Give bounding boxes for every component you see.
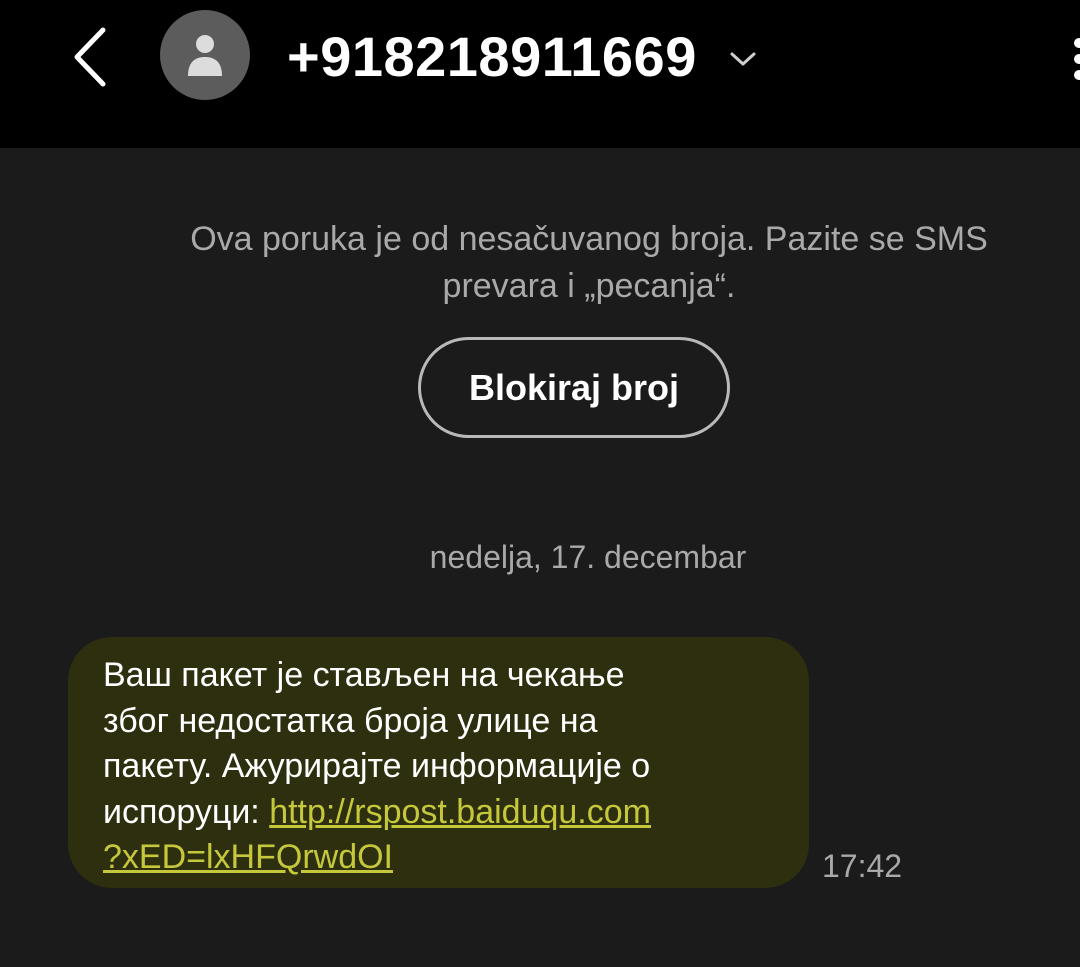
person-icon bbox=[188, 35, 222, 76]
contact-title[interactable]: +918218911669 bbox=[287, 20, 757, 92]
warning-text-line: prevara i „pecanja“. bbox=[442, 267, 736, 305]
more-options-button[interactable] bbox=[1066, 34, 1080, 84]
date-separator: nedelja, 17. decembar bbox=[429, 539, 747, 575]
unsaved-number-warning: Ova poruka je od nesačuvanog broja. Pazi… bbox=[130, 216, 1048, 310]
block-number-button[interactable]: Blokiraj broj bbox=[418, 337, 730, 438]
conversation-header: +918218911669 bbox=[0, 0, 1080, 148]
chevron-down-icon bbox=[729, 51, 757, 67]
message-text-line: због недостатка броја улице на bbox=[103, 701, 598, 740]
more-vertical-icon bbox=[1074, 54, 1080, 64]
warning-text-line: Ova poruka je od nesačuvanog broja. Pazi… bbox=[190, 220, 988, 258]
back-button[interactable] bbox=[58, 22, 122, 92]
message-link-part: http://rspost.baiduqu.com bbox=[269, 792, 651, 831]
message-text-line: испоруци: bbox=[103, 792, 270, 831]
more-vertical-icon bbox=[1074, 70, 1080, 80]
message-link-part: ?xED=lxHFQrwdOI bbox=[103, 838, 393, 876]
message-text-line: пакету. Ажурирајте информације о bbox=[103, 747, 651, 785]
message-text: Ваш пакет је стављен на чекање због недо… bbox=[103, 653, 779, 881]
more-vertical-icon bbox=[1074, 38, 1080, 48]
contact-phone-number: +918218911669 bbox=[287, 24, 697, 88]
messaging-screen: +918218911669 Ova poruka je od nesačuvan… bbox=[0, 0, 1080, 967]
message-bubble[interactable]: Ваш пакет је стављен на чекање због недо… bbox=[68, 637, 809, 888]
chevron-left-icon bbox=[74, 27, 106, 87]
contact-avatar[interactable] bbox=[160, 10, 250, 100]
message-text-line: Ваш пакет је стављен на чекање bbox=[103, 656, 625, 694]
message-timestamp: 17:42 bbox=[822, 848, 903, 884]
